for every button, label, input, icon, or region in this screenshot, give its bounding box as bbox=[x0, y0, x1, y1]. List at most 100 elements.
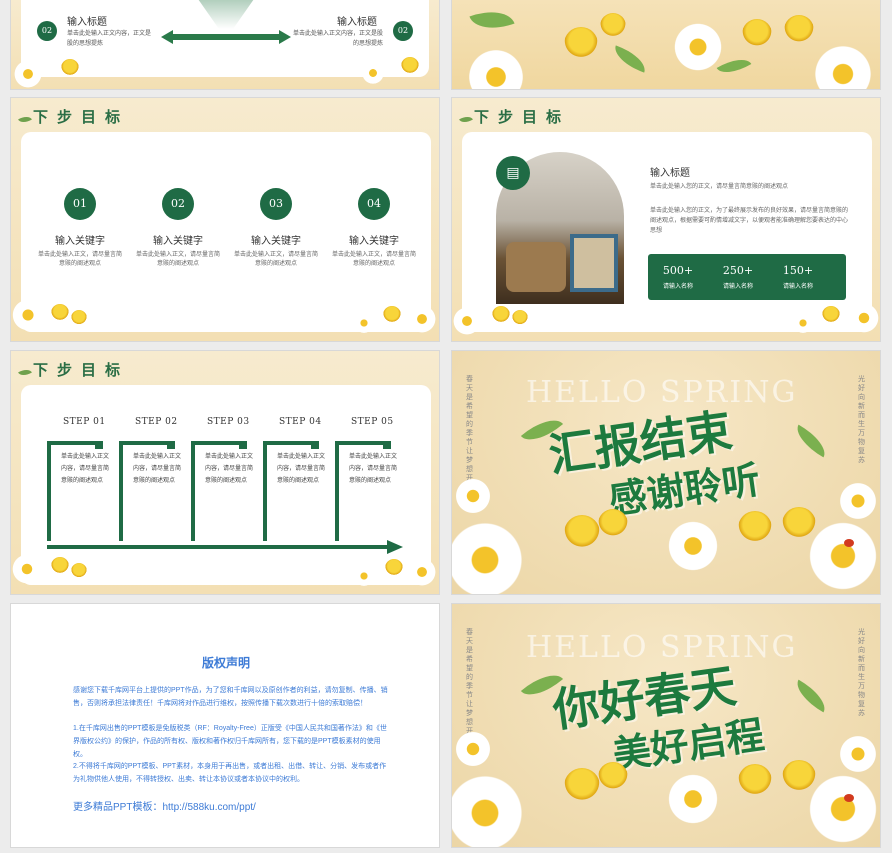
leaf-icon bbox=[469, 2, 515, 38]
slide-7[interactable]: 版权声明 感谢您下载千库网平台上提供的PPT作品，为了您和千库网以及原创作者的利… bbox=[10, 603, 440, 848]
stat-item: 250+ 请输入名称 bbox=[708, 264, 768, 290]
slide-header: 下步目标 bbox=[33, 108, 130, 126]
daisy-icon bbox=[672, 21, 724, 73]
copyright-p2: 1.在千库网出售的PPT模板是免版税类（RF：Royalty-Free）正版受《… bbox=[73, 725, 387, 758]
num-circle: 02 bbox=[162, 188, 194, 220]
tulip-icon bbox=[61, 59, 79, 77]
daisy-icon bbox=[848, 302, 880, 334]
num-circle: 01 bbox=[64, 188, 96, 220]
num-circle-left: 02 bbox=[37, 21, 57, 41]
keyword-desc: 单击此处输入正文，请尽量言简意赅的阐述观点 bbox=[234, 251, 319, 267]
vertical-text-right: 光好向新而生 万物复苏 bbox=[858, 628, 865, 717]
stat-label: 请输入名称 bbox=[782, 283, 813, 290]
tulip-icon bbox=[71, 310, 87, 326]
slide-6[interactable]: HELLO SPRING 春天是希望的季节 让梦想开花 光好向新而生 万物复苏 … bbox=[451, 350, 881, 595]
daisy-icon bbox=[11, 553, 43, 585]
leaf-icon bbox=[459, 113, 473, 126]
leaf-icon bbox=[610, 45, 650, 73]
step-desc: 单击此处输入正文内容，请尽量言简意赅的阐述观点 bbox=[349, 453, 398, 484]
copyright-p1: 感谢您下载千库网平台上提供的PPT作品，为了您和千库网以及原创作者的利益，请勿复… bbox=[73, 687, 388, 707]
photo-frame bbox=[570, 234, 618, 292]
tulip-icon bbox=[598, 509, 628, 539]
step-desc: 单击此处输入正文内容，请尽量言简意赅的阐述观点 bbox=[61, 453, 110, 484]
stat-number: 500+ bbox=[662, 264, 694, 277]
info-p1: 单击此处输入您的正文，请尽量言简意赅的阐述观点 bbox=[650, 183, 789, 190]
ladybug-icon bbox=[844, 539, 854, 547]
ladybug-icon bbox=[844, 794, 854, 802]
vertical-text-left: 春天是希望的季节 让梦想开花 bbox=[466, 375, 473, 491]
slide-1[interactable]: 02 输入标题 单击此处输入正文内容，正文是 股的思想提炼 02 输入标题 单击… bbox=[10, 0, 440, 90]
leaf-icon bbox=[790, 424, 832, 458]
step-label: STEP 03 bbox=[207, 417, 250, 427]
step-desc: 单击此处输入正文内容，请尽量言简意赅的阐述观点 bbox=[277, 453, 326, 484]
step-bracket-tip bbox=[239, 445, 247, 449]
arrow-graphic bbox=[161, 29, 291, 44]
tulip-icon bbox=[51, 557, 69, 575]
daisy-icon bbox=[838, 734, 878, 774]
slide-header: 下步目标 bbox=[474, 108, 571, 126]
keyword-desc: 单击此处输入正文，请尽量言简意赅的阐述观点 bbox=[38, 251, 123, 267]
step-desc: 单击此处输入正文内容，请尽量言简意赅的阐述观点 bbox=[133, 453, 182, 484]
daisy-icon bbox=[806, 519, 880, 593]
slide-8[interactable]: HELLO SPRING 春天是希望的季节 让梦想开花 光好向新而生 万物复苏 … bbox=[451, 603, 881, 848]
tulip-icon bbox=[822, 306, 840, 324]
daisy-icon bbox=[812, 43, 874, 89]
daisy-icon bbox=[361, 61, 385, 85]
leaf-icon bbox=[18, 366, 32, 379]
daisy-icon bbox=[666, 519, 720, 573]
stat-item: 500+ 请输入名称 bbox=[648, 264, 708, 290]
stat-number: 250+ bbox=[722, 264, 754, 277]
daisy-icon bbox=[353, 565, 375, 587]
daisy-icon bbox=[666, 772, 720, 826]
daisy-icon bbox=[454, 477, 492, 515]
slide-4[interactable]: 下步目标 ▤ 输入标题 单击此处输入您的正文，请尽量言简意赅的阐述观点 单击此处… bbox=[451, 97, 881, 342]
num-circle: 03 bbox=[260, 188, 292, 220]
daisy-icon bbox=[792, 312, 814, 334]
copyright-title: 版权声明 bbox=[201, 656, 250, 670]
daisy-icon bbox=[13, 59, 43, 89]
more-templates-link[interactable]: 更多精品PPT模板：http://588ku.com/ppt/ bbox=[73, 798, 256, 813]
keyword-title: 输入关键字 bbox=[153, 236, 203, 247]
num-circle: 04 bbox=[358, 188, 390, 220]
daisy-icon bbox=[11, 298, 45, 332]
slide-3[interactable]: 下步目标 01 输入关键字 单击此处输入正文，请尽量言简意赅的阐述观点 02 输… bbox=[10, 97, 440, 342]
step-bracket-tip bbox=[95, 445, 103, 449]
document-icon: ▤ bbox=[496, 156, 530, 190]
copyright-p3: 2.不得将千库网的PPT模板、PPT素材，本身用于再出售，或者出租、出借、转让、… bbox=[73, 763, 387, 783]
tulip-icon bbox=[564, 768, 600, 804]
left-title: 输入标题 bbox=[67, 17, 107, 28]
num-circle-right: 02 bbox=[393, 21, 413, 41]
stat-item: 150+ 请输入名称 bbox=[768, 264, 828, 290]
daisy-icon bbox=[806, 772, 880, 846]
stat-label: 请输入名称 bbox=[722, 283, 753, 290]
daisy-icon bbox=[353, 312, 375, 334]
photo-basket bbox=[506, 242, 566, 292]
daisy-icon bbox=[466, 47, 526, 89]
slide-header: 下步目标 bbox=[33, 361, 130, 379]
tulip-icon bbox=[738, 764, 772, 798]
slide-2[interactable] bbox=[451, 0, 881, 90]
tulip-icon bbox=[564, 27, 598, 61]
tulip-icon bbox=[401, 57, 419, 75]
daisy-icon bbox=[838, 481, 878, 521]
step-label: STEP 01 bbox=[63, 417, 106, 427]
keyword-title: 输入关键字 bbox=[55, 236, 105, 247]
daisy-icon bbox=[407, 557, 437, 587]
right-desc: 单击此处输入正文内容，正文是股的思想提炼 bbox=[293, 30, 384, 47]
daisy-icon bbox=[452, 306, 482, 336]
left-desc: 单击此处输入正文内容，正文是 股的思想提炼 bbox=[67, 30, 152, 47]
vertical-text-left: 春天是希望的季节 让梦想开花 bbox=[466, 628, 473, 744]
step-bracket-tip bbox=[311, 445, 319, 449]
daisy-icon bbox=[454, 730, 492, 768]
progress-arrow bbox=[47, 539, 403, 554]
tulip-icon bbox=[512, 310, 528, 326]
tulip-icon bbox=[385, 559, 403, 577]
slide-5[interactable]: 下步目标 STEP 01 单击此处输入正文内容，请尽量言简意赅的阐述观点 STE… bbox=[10, 350, 440, 595]
daisy-icon bbox=[452, 772, 526, 847]
tulip-icon bbox=[492, 306, 510, 324]
tulip-icon bbox=[383, 306, 401, 324]
step-bracket-tip bbox=[383, 445, 391, 449]
leaf-icon bbox=[18, 113, 32, 126]
tulip-icon bbox=[738, 511, 772, 545]
tulip-icon bbox=[784, 15, 814, 45]
